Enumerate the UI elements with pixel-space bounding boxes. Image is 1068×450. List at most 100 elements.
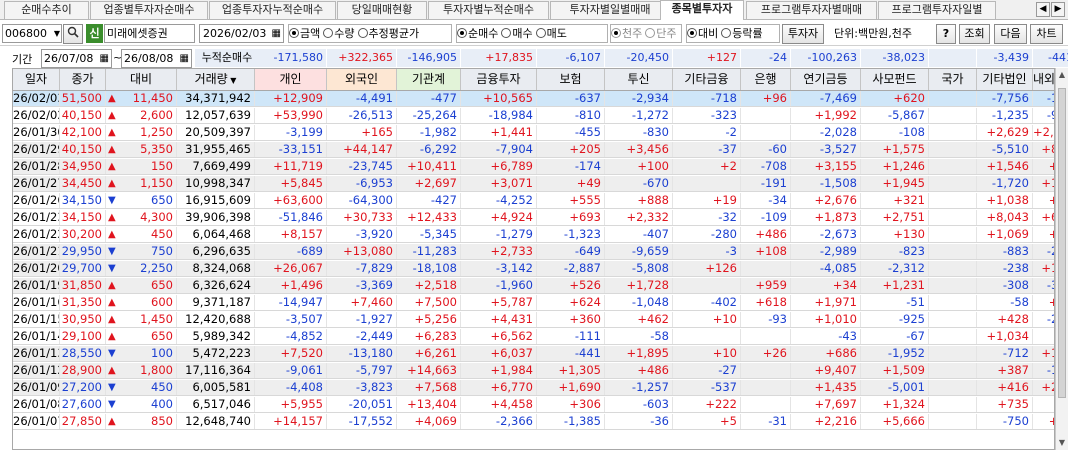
radio-unit-1[interactable]: 단주 — [645, 25, 677, 42]
period-from-input[interactable]: 26/07/08 ▦ — [41, 49, 112, 68]
table-row[interactable]: 26/01/07 27,850 ▲ 850 12,648,740 +14,157 -17,5… — [13, 414, 1054, 430]
cell-domestic-foreign: -43 — [1033, 397, 1054, 412]
table-row[interactable]: 26/01/08 27,600 ▼ 400 6,517,046 +5,955 -20,051… — [13, 397, 1054, 413]
cell-domestic-foreign: +131 — [1033, 176, 1054, 191]
cell-insurance: +205 — [537, 142, 605, 157]
dropdown-arrow-icon[interactable]: ▼ — [54, 25, 60, 42]
calendar-icon[interactable]: ▦ — [180, 50, 189, 67]
header-insurance[interactable]: 보험 — [537, 69, 605, 90]
table-row[interactable]: 26/02/03 51,500 ▲ 11,450 34,371,942 +12,909 -4… — [13, 91, 1054, 107]
cell-individual: +11,719 — [255, 159, 327, 174]
cell-other-corp: +416 — [977, 380, 1033, 395]
scroll-down-icon[interactable]: ▼ — [1056, 436, 1068, 450]
header-trust[interactable]: 투신 — [605, 69, 673, 90]
tab-6[interactable]: 투자자별일별매매 — [550, 1, 670, 19]
header-pension[interactable]: 연기금등 — [791, 69, 861, 90]
cell-volume: 16,915,609 — [177, 193, 255, 208]
search-icon[interactable] — [63, 24, 83, 44]
period-from-value: 26/07/08 — [44, 52, 94, 65]
cell-domestic-foreign: +247 — [1033, 380, 1054, 395]
table-row[interactable]: 26/01/29 40,150 ▲ 5,350 31,955,465 -33,151 +44… — [13, 142, 1054, 158]
radio-button-icon — [457, 28, 467, 38]
sort-dropdown-icon[interactable]: ▼ — [228, 76, 236, 85]
cell-date: 26/01/20 — [13, 261, 60, 276]
header-volume[interactable]: 거래량 ▼ — [177, 69, 255, 90]
table-row[interactable]: 26/01/16 31,350 ▲ 600 9,371,187 -14,947 +7,460… — [13, 295, 1054, 311]
arrow-up-icon: ▲ — [108, 161, 116, 172]
radio-buy-1[interactable]: 매수 — [501, 25, 533, 42]
tab-4[interactable]: 당일매매현황 — [337, 1, 427, 19]
table-row[interactable]: 26/01/13 28,550 ▼ 100 5,472,223 +7,520 -13,180… — [13, 346, 1054, 362]
header-bank[interactable]: 은행 — [741, 69, 791, 90]
tab-5[interactable]: 투자자별누적순매수 — [428, 1, 549, 19]
calendar-icon[interactable]: ▦ — [272, 25, 281, 42]
tab-prev-icon[interactable]: ◀ — [1036, 2, 1050, 17]
radio-buy-0[interactable]: 순매수 — [457, 25, 498, 42]
table-row[interactable]: 26/01/27 34,450 ▲ 1,150 10,998,347 +5,845 -6,9… — [13, 176, 1054, 192]
table-row[interactable]: 26/01/19 31,850 ▲ 650 6,326,624 +1,496 -3,369 +… — [13, 278, 1054, 294]
tab-2[interactable]: 업종별투자자순매수 — [90, 1, 208, 19]
radio-amount-0[interactable]: 금액 — [289, 25, 320, 42]
radio-button-icon — [323, 28, 334, 38]
radio-compare-1[interactable]: 등락률 — [721, 25, 763, 42]
header-institution[interactable]: 기관계 — [397, 69, 461, 90]
cell-individual: +12,909 — [255, 91, 327, 106]
cell-foreign: +7,460 — [327, 295, 397, 310]
vertical-scrollbar[interactable]: ▲ ▼ — [1055, 68, 1068, 450]
radio-buy-2[interactable]: 매도 — [535, 25, 567, 42]
cell-institution: -427 — [397, 193, 461, 208]
tab-9[interactable]: 프로그램투자자일별 — [878, 1, 996, 19]
header-nation[interactable]: 국가 — [929, 69, 977, 90]
tab-8[interactable]: 프로그램투자자별매매 — [746, 1, 877, 19]
tab-1[interactable]: 순매수추이 — [4, 1, 89, 19]
radio-compare-0[interactable]: 대비 — [687, 25, 718, 42]
cell-close: 28,900 — [60, 363, 106, 378]
scroll-up-icon[interactable]: ▲ — [1056, 68, 1068, 82]
change-value: 850 — [151, 414, 173, 428]
header-foreign[interactable]: 외국인 — [327, 69, 397, 90]
table-row[interactable]: 26/01/12 28,900 ▲ 1,800 17,116,364 -9,061 -5,7… — [13, 363, 1054, 379]
cell-other-finance: -32 — [673, 210, 741, 225]
tab-3[interactable]: 업종투자자누적순매수 — [209, 1, 336, 19]
header-other-corp[interactable]: 기타법인 — [977, 69, 1033, 90]
table-row[interactable]: 26/01/14 29,100 ▲ 650 5,989,342 -4,852 -2,449 +… — [13, 329, 1054, 345]
radio-label: 매수 — [512, 27, 533, 40]
table-row[interactable]: 26/01/09 27,200 ▼ 450 6,005,581 -4,408 -3,823 +… — [13, 380, 1054, 396]
table-row[interactable]: 26/01/22 30,200 ▲ 450 6,064,468 +8,157 -3,920-… — [13, 227, 1054, 243]
header-domestic-foreign[interactable]: 내외국인 — [1033, 69, 1054, 90]
scroll-thumb[interactable] — [1058, 88, 1066, 398]
table-row[interactable]: 26/02/02 40,150 ▲ 2,600 12,057,639 +53,990 -26… — [13, 108, 1054, 124]
table-row[interactable]: 26/01/20 29,700 ▼ 2,250 8,324,068 +26,067 -7,8… — [13, 261, 1054, 277]
cell-change: ▲ 1,800 — [106, 363, 177, 378]
tab-7[interactable]: 종목별투자자 — [660, 0, 744, 20]
cell-date: 26/02/03 — [13, 91, 60, 106]
table-row[interactable]: 26/01/26 34,150 ▼ 650 16,915,609 +63,600 -64,3… — [13, 193, 1054, 209]
table-row[interactable]: 26/01/28 34,950 ▲ 150 7,669,499 +11,719 -23,74… — [13, 159, 1054, 175]
search-button[interactable]: 조회 — [959, 24, 990, 44]
tab-next-icon[interactable]: ▶ — [1051, 2, 1065, 17]
table-row[interactable]: 26/01/23 34,150 ▲ 4,300 39,906,398 -51,846 +30… — [13, 210, 1054, 226]
radio-amount-1[interactable]: 수량 — [323, 25, 355, 42]
period-to-input[interactable]: 26/08/08 ▦ — [121, 49, 192, 68]
header-other-finance[interactable]: 기타금융 — [673, 69, 741, 90]
radio-unit-0[interactable]: 천주 — [611, 25, 642, 42]
header-individual[interactable]: 개인 — [255, 69, 327, 90]
table-row[interactable]: 26/01/15 30,950 ▲ 1,450 12,420,688 -3,507 -1,9… — [13, 312, 1054, 328]
chart-button[interactable]: 차트 — [1030, 24, 1063, 44]
table-row[interactable]: 26/01/21 29,950 ▼ 750 6,296,635 -689 +13,080 -1… — [13, 244, 1054, 260]
radio-amount-2[interactable]: 추정평균가 — [357, 25, 419, 42]
calendar-icon[interactable]: ▦ — [100, 50, 109, 67]
header-private-fund[interactable]: 사모펀드 — [861, 69, 929, 90]
stock-code-input[interactable]: 006800 ▼ — [2, 24, 62, 43]
help-button[interactable]: ? — [936, 24, 956, 44]
cell-nation — [929, 244, 977, 259]
cell-nation — [929, 108, 977, 123]
header-financial[interactable]: 금융투자 — [461, 69, 537, 90]
header-close[interactable]: 종가 — [60, 69, 106, 90]
investor-button[interactable]: 투자자 — [782, 24, 824, 44]
next-button[interactable]: 다음 — [994, 24, 1027, 44]
table-row[interactable]: 26/01/30 42,100 ▲ 1,250 20,509,397 -3,199 +165… — [13, 125, 1054, 141]
header-change[interactable]: 대비 — [106, 69, 177, 90]
header-date[interactable]: 일자 — [13, 69, 60, 90]
date-input[interactable]: 2026/02/03 ▦ — [199, 24, 284, 43]
